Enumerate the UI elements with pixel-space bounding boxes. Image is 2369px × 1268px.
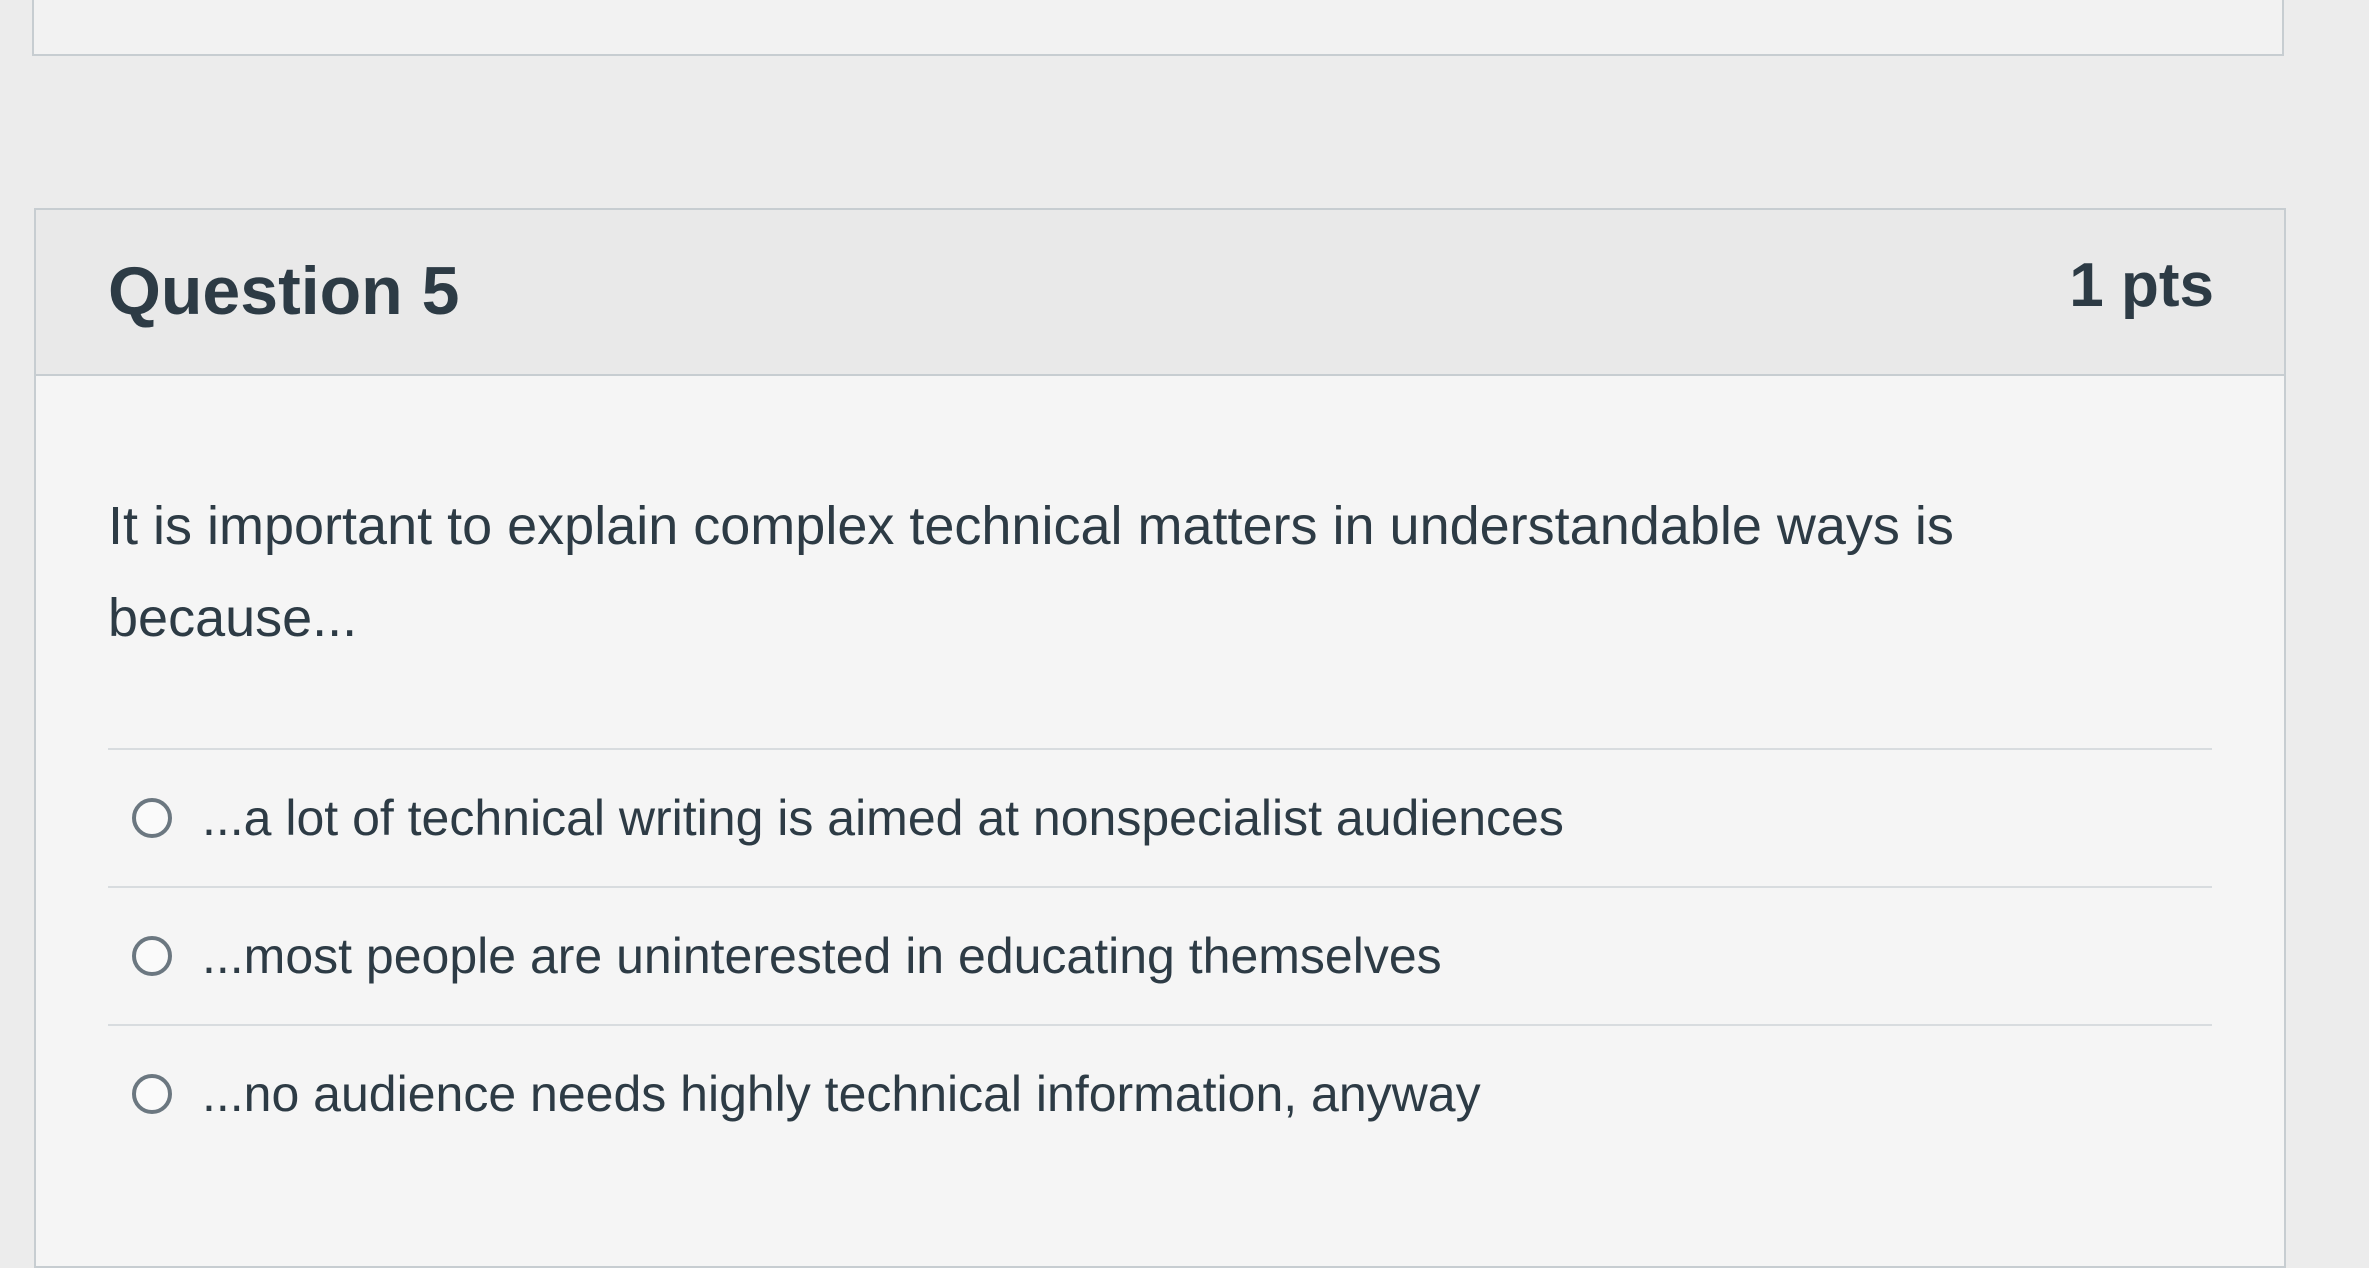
radio-button[interactable]: [132, 798, 172, 838]
question-points: 1 pts: [2069, 251, 2214, 320]
answer-option[interactable]: ...no audience needs highly technical in…: [108, 1024, 2212, 1162]
answer-option[interactable]: ...most people are uninterested in educa…: [108, 886, 2212, 1024]
radio-button[interactable]: [132, 1074, 172, 1114]
question-body: It is important to explain complex techn…: [36, 480, 2284, 1162]
answer-label[interactable]: ...a lot of technical writing is aimed a…: [202, 789, 1564, 847]
previous-question-card: [32, 0, 2284, 56]
answer-option[interactable]: ...a lot of technical writing is aimed a…: [108, 748, 2212, 886]
answer-label[interactable]: ...no audience needs highly technical in…: [202, 1065, 1481, 1123]
answer-list: ...a lot of technical writing is aimed a…: [108, 748, 2212, 1162]
radio-button[interactable]: [132, 936, 172, 976]
question-title: Question 5: [108, 253, 460, 329]
question-card: Question 5 1 pts It is important to expl…: [34, 208, 2286, 1268]
question-text: It is important to explain complex techn…: [108, 496, 1954, 648]
question-header: Question 5 1 pts: [36, 210, 2284, 376]
answer-label[interactable]: ...most people are uninterested in educa…: [202, 927, 1442, 985]
